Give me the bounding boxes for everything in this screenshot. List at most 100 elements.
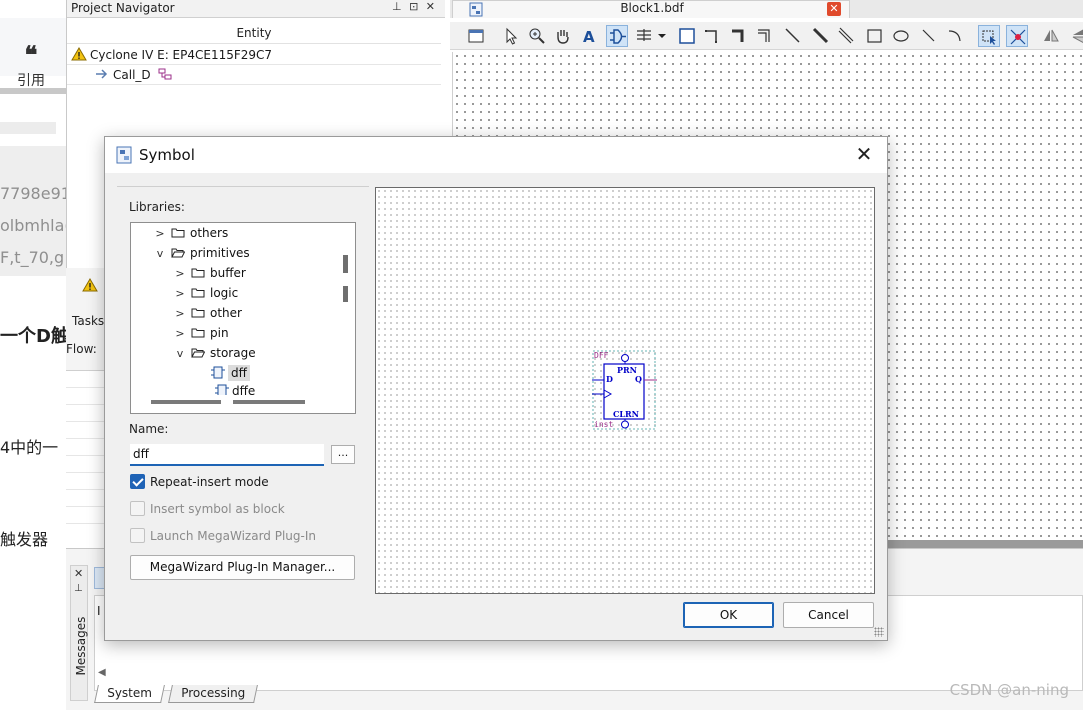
background-blog-page: ❝ 引用 7798e91 olbmhla( F,t_70,g 一个D触 4中的一… <box>0 0 66 710</box>
messages-label: Messages <box>74 616 88 676</box>
quote-label: 引用 <box>17 73 45 89</box>
folder-open-icon <box>171 248 185 258</box>
zoom-icon <box>529 28 545 44</box>
pin-dropdown-button[interactable] <box>656 25 668 47</box>
orthogonal-node-tool-button[interactable] <box>702 25 724 47</box>
tab-system[interactable]: System <box>94 685 165 703</box>
line-icon <box>922 29 935 42</box>
text-tool-button[interactable]: A <box>578 25 600 47</box>
block-tool-button[interactable] <box>676 25 698 47</box>
blog-text-fragment: 7798e91 <box>0 184 66 203</box>
flip-horizontal-button[interactable] <box>1040 25 1062 47</box>
zoom-tool-button[interactable] <box>526 25 548 47</box>
pin-prn-label: PRN <box>617 365 637 375</box>
folder-icon <box>191 308 205 318</box>
name-input[interactable] <box>130 444 324 466</box>
oval-tool-button[interactable] <box>890 25 912 47</box>
tree-item-others[interactable]: > others <box>153 223 228 243</box>
repeat-insert-mode-checkbox[interactable]: Repeat-insert mode <box>130 474 269 492</box>
symbol-icon <box>215 384 229 395</box>
line-tool-button[interactable] <box>918 25 940 47</box>
pointer-icon <box>506 27 518 45</box>
tree-horizontal-scrollbar[interactable] <box>233 400 305 404</box>
tree-item-other[interactable]: > other <box>173 303 242 323</box>
megawizard-manager-button[interactable]: MegaWizard Plug-In Manager... <box>130 555 355 580</box>
tree-horizontal-scrollbar[interactable] <box>151 400 221 404</box>
chevron-right-icon[interactable]: > <box>173 264 187 284</box>
checkbox-unchecked-icon[interactable] <box>130 501 145 516</box>
diagonal-conduit-tool-button[interactable] <box>836 25 858 47</box>
rectangle-tool-button[interactable] <box>864 25 886 47</box>
dff-type-label: DFF <box>594 351 609 360</box>
insert-symbol-as-block-checkbox[interactable]: Insert symbol as block <box>130 501 285 519</box>
hierarchy-row-device[interactable]: Cyclone IV E: EP4CE115F29C7 <box>67 45 441 65</box>
chevron-right-icon[interactable]: > <box>153 224 167 244</box>
flip-vertical-button[interactable] <box>1068 25 1083 47</box>
diagonal-bus-tool-button[interactable] <box>810 25 832 47</box>
tab-processing[interactable]: Processing <box>168 685 258 703</box>
chevron-right-icon[interactable]: > <box>173 324 187 344</box>
selection-tool-button[interactable] <box>500 25 522 47</box>
scroll-left-icon[interactable]: ◀ <box>98 667 106 678</box>
close-tab-button[interactable]: ✕ <box>827 2 841 16</box>
orthogonal-conduit-tool-button[interactable] <box>754 25 776 47</box>
checkbox-checked-icon[interactable] <box>130 474 145 489</box>
tab-title: Block1.bdf <box>620 1 684 15</box>
pin-tool-button[interactable] <box>634 25 656 47</box>
chevron-down-icon[interactable]: v <box>153 244 167 264</box>
libraries-tree[interactable]: > others v primitives > buffer > logic > othe… <box>130 222 356 414</box>
blog-heading-fragment: 一个D触 <box>0 326 66 347</box>
panel-title: Project Navigator <box>71 1 175 15</box>
resize-grip[interactable] <box>874 627 884 637</box>
tasks-table[interactable] <box>66 370 106 548</box>
flow-label: Flow: <box>66 342 97 356</box>
quote-button[interactable]: ❝ 引用 <box>0 18 66 89</box>
symbol-tool-button[interactable] <box>606 25 628 47</box>
orthogonal-bus-tool-button[interactable] <box>728 25 750 47</box>
close-icon[interactable]: ✕ <box>74 567 83 580</box>
entity-column-header[interactable]: Entity <box>67 22 441 44</box>
folder-open-icon <box>191 348 205 358</box>
cancel-button[interactable]: Cancel <box>783 602 874 628</box>
arc-tool-button[interactable] <box>944 25 966 47</box>
project-navigator-titlebar: Project Navigator ⊥ ⊡ ✕ <box>67 0 445 18</box>
entity-label: Call_D <box>113 68 151 82</box>
text-icon: A <box>583 28 595 46</box>
folder-icon <box>191 328 205 338</box>
tab-block1[interactable]: Block1.bdf ✕ <box>452 0 850 18</box>
divider <box>0 122 56 134</box>
ok-button[interactable]: OK <box>683 602 774 628</box>
diagonal-conduit-icon <box>838 27 854 44</box>
checkbox-unchecked-icon[interactable] <box>130 528 145 543</box>
tree-item-buffer[interactable]: > buffer <box>173 263 245 284</box>
tree-item-primitives[interactable]: v primitives <box>153 243 250 263</box>
symbol-dialog-icon <box>116 146 132 164</box>
tree-vertical-scrollbar[interactable] <box>343 255 348 273</box>
blog-text-fragment: 触发器 <box>0 530 49 549</box>
tree-vertical-scrollbar[interactable] <box>343 286 348 302</box>
hand-tool-button[interactable] <box>552 25 574 47</box>
browse-button[interactable]: ... <box>331 445 355 464</box>
tree-item-logic[interactable]: > logic <box>173 283 238 303</box>
panel-window-controls[interactable]: ⊥ ⊡ ✕ <box>392 0 437 13</box>
chevron-right-icon[interactable]: > <box>173 304 187 324</box>
launch-megawizard-checkbox[interactable]: Launch MegaWizard Plug-In <box>130 528 316 546</box>
pin-d-label: D <box>606 374 613 384</box>
chevron-right-icon[interactable]: > <box>173 284 187 304</box>
blog-text-fragment: 4中的一 <box>0 438 59 457</box>
arc-icon <box>948 30 961 42</box>
tree-item-pin[interactable]: > pin <box>173 323 228 344</box>
tree-item-dffe[interactable]: dffe <box>215 381 255 395</box>
diagonal-node-tool-button[interactable] <box>782 25 804 47</box>
tree-item-dff[interactable]: dff <box>211 363 250 383</box>
chevron-down-icon <box>658 34 666 38</box>
tree-item-storage[interactable]: v storage <box>173 343 256 363</box>
detach-window-button[interactable] <box>466 25 488 47</box>
chevron-down-icon[interactable]: v <box>173 344 187 364</box>
svg-text:A: A <box>583 28 595 46</box>
partial-line-selection-button[interactable] <box>978 25 1000 47</box>
close-dialog-button[interactable]: ✕ <box>853 143 875 165</box>
hierarchy-row-entity[interactable]: Call_D <box>67 65 441 85</box>
rubberbanding-button[interactable] <box>1006 25 1028 47</box>
divider <box>0 88 66 94</box>
